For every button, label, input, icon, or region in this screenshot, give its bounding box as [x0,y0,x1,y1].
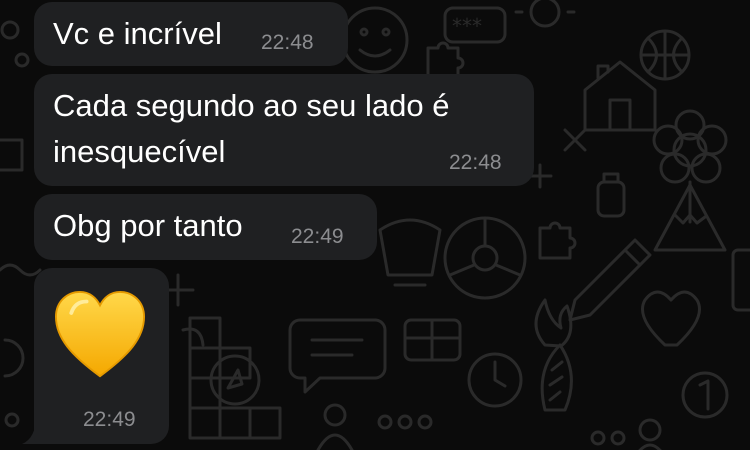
emoji-message-bubble[interactable]: 22:49 [34,268,169,444]
message-timestamp: 22:48 [261,31,314,54]
message-text-line: Cada segundo ao seu lado é [53,88,450,123]
message-timestamp: 22:49 [291,225,344,248]
message-text: Obg por tanto [53,208,243,243]
message-text-line: inesquecível [53,134,226,169]
message-timestamp: 22:49 [83,408,136,431]
message-timestamp: 22:48 [449,151,502,174]
ball-doodle-icon [639,29,691,81]
message-text: Vc e incrível [53,16,222,51]
yellow-heart-icon [54,290,146,378]
svg-text:***: *** [452,14,482,38]
message-bubble[interactable]: Obg por tanto 22:49 [34,194,377,260]
message-bubble[interactable]: Vc e incrível 22:48 [34,2,348,66]
message-bubble[interactable]: Cada segundo ao seu lado é inesquecível … [34,74,534,186]
